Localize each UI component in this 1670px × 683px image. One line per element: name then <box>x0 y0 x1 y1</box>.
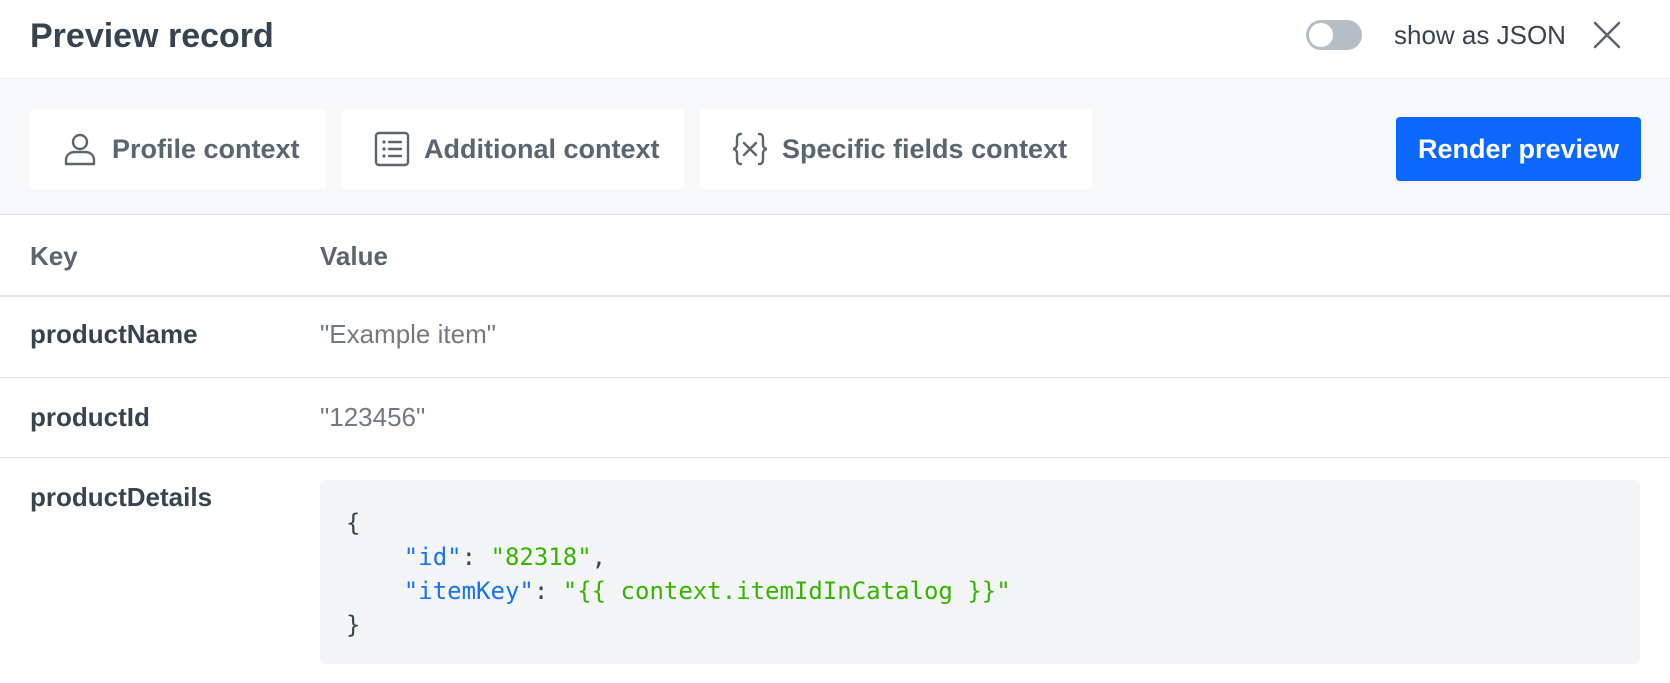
specific-fields-context-label: Specific fields context <box>782 133 1068 164</box>
specific-fields-context-button[interactable]: Specific fields context <box>700 109 1092 189</box>
list-icon <box>374 131 410 167</box>
toggle-knob <box>1309 23 1333 47</box>
table-row: productDetails { "id": "82318", "itemKey… <box>0 458 1670 683</box>
table-header: Key Value <box>0 215 1670 297</box>
context-toolbar: Profile context Additional context Speci… <box>0 79 1670 215</box>
json-comma: , <box>591 543 607 571</box>
profile-context-button[interactable]: Profile context <box>30 109 326 189</box>
close-icon <box>1593 21 1621 49</box>
json-value: "{{ context.itemIdInCatalog }}" <box>562 577 1011 605</box>
json-code-block: { "id": "82318", "itemKey": "{{ context.… <box>320 480 1640 664</box>
toggle-label: show as JSON <box>1394 20 1566 50</box>
modal-header: Preview record show as JSON <box>0 0 1670 79</box>
row-value: "Example item" <box>320 319 496 349</box>
profile-context-label: Profile context <box>112 133 300 164</box>
table-row: productId "123456" <box>0 378 1670 458</box>
close-button[interactable] <box>1590 18 1624 52</box>
variable-icon <box>732 132 768 166</box>
json-close-brace: } <box>346 611 361 639</box>
show-json-toggle[interactable] <box>1306 20 1362 50</box>
row-value: "123456" <box>320 402 426 432</box>
user-icon <box>64 133 96 166</box>
render-preview-button[interactable]: Render preview <box>1396 117 1641 181</box>
table-row: productName "Example item" <box>0 297 1670 378</box>
additional-context-button[interactable]: Additional context <box>342 109 684 189</box>
column-header-key: Key <box>30 241 78 271</box>
json-colon: : <box>461 543 491 571</box>
row-key: productDetails <box>30 482 213 512</box>
json-key: "itemKey" <box>403 577 534 605</box>
json-value: "82318" <box>490 543 592 571</box>
json-colon: : <box>533 577 563 605</box>
additional-context-label: Additional context <box>424 133 660 164</box>
row-key: productName <box>30 319 198 349</box>
row-key: productId <box>30 402 150 432</box>
page-title: Preview record <box>30 17 274 55</box>
column-header-value: Value <box>320 241 388 271</box>
json-open-brace: { <box>346 509 361 537</box>
json-key: "id" <box>403 543 462 571</box>
